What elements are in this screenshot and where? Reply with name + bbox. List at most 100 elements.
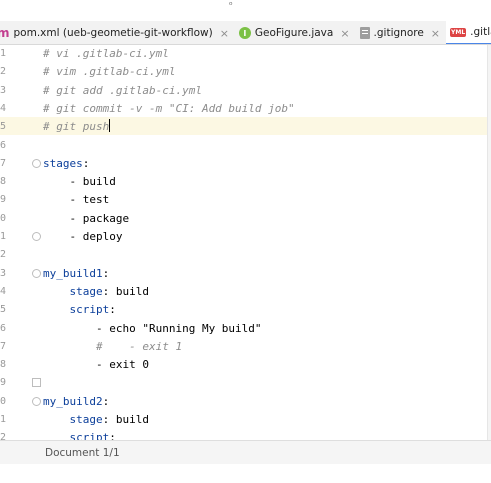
java-class-icon: I [238, 27, 251, 39]
yaml-value: build [115, 284, 149, 298]
code-editor[interactable]: 1 # vi .gitlab-ci.yml 2 # vim .gitlab-ci.ym… [0, 45, 491, 440]
line-number: 9 [0, 194, 7, 206]
code-text: - echo "Running My build" [43, 321, 262, 335]
text-caret [109, 119, 111, 133]
tab-label: GeoFigure.java [254, 27, 334, 39]
code-line[interactable]: - test [43, 191, 109, 209]
fold-marker-icon[interactable] [32, 158, 41, 168]
line-number: 2 [0, 249, 7, 261]
tab-gitignore[interactable]: .gitignore × [356, 21, 446, 44]
code-line[interactable]: my_build1: [43, 265, 109, 283]
yaml-separator: : [102, 284, 116, 298]
code-line[interactable]: # git commit -v -m "CI: Add build job" [43, 100, 295, 118]
comment-text: # git push [43, 120, 110, 134]
yaml-key: my_build2 [43, 394, 103, 408]
code-line[interactable]: - package [43, 210, 129, 228]
fold-marker-icon[interactable] [32, 268, 41, 278]
yaml-separator: : [102, 266, 110, 280]
code-text: - exit 0 [43, 358, 149, 372]
fold-marker-icon[interactable] [32, 232, 41, 241]
close-icon[interactable]: × [340, 27, 349, 40]
maven-icon: m [0, 26, 10, 40]
code-text: - deploy [43, 230, 123, 243]
line-number: 1 [0, 48, 7, 59]
line-number: 9 [0, 377, 7, 389]
editor-tab-bar: m pom.xml (ueb-geometie-git-workflow) × … [0, 21, 491, 45]
yaml-key: script [69, 303, 110, 317]
line-number: 6 [0, 139, 7, 151]
yml-icon: YML [450, 27, 467, 37]
tab-label: pom.xml (ueb-geometie-git-workflow) [13, 27, 213, 39]
yaml-key: my_build1 [43, 266, 103, 280]
line-number: 4 [0, 102, 7, 114]
tab-label: .gitlab-ci.yml [470, 26, 491, 38]
close-icon[interactable]: × [431, 27, 440, 40]
comment-text: # git add .gitlab-ci.yml [43, 83, 202, 97]
bottom-strip [0, 464, 491, 483]
line-number: 8 [0, 359, 7, 371]
breadcrumb: Document 1/1 [0, 440, 491, 464]
cursor-mark: ᵒ [229, 1, 233, 11]
code-line[interactable]: - exit 0 [43, 356, 149, 374]
comment-text: # - exit 1 [95, 339, 183, 353]
code-line[interactable]: stage: build [43, 411, 150, 429]
line-number: 2 [0, 66, 7, 78]
line-number: 6 [0, 322, 7, 334]
line-number: 1 [0, 414, 7, 425]
line-number: 0 [0, 395, 7, 407]
line-number: 5 [0, 121, 7, 133]
comment-text: # git commit -v -m "CI: Add build job" [43, 101, 295, 115]
code-line[interactable]: script: [43, 429, 116, 440]
line-number: 3 [0, 267, 7, 279]
code-line[interactable]: - build [43, 173, 116, 191]
yaml-key: stage [69, 284, 103, 298]
line-number: 5 [0, 304, 7, 316]
code-line[interactable]: stages: [43, 155, 89, 173]
code-line[interactable]: - deploy [43, 228, 122, 246]
line-number: 1 [0, 231, 7, 242]
tab-geofigure-java[interactable]: I GeoFigure.java × [235, 21, 356, 44]
code-line[interactable]: # git push [43, 118, 111, 136]
fold-marker-icon[interactable] [32, 396, 41, 406]
close-icon[interactable]: × [220, 27, 229, 40]
gitignore-icon [359, 27, 370, 39]
code-line[interactable]: stage: build [43, 283, 150, 301]
line-number: 3 [0, 84, 7, 96]
code-line[interactable]: - echo "Running My build" [43, 320, 262, 338]
yaml-separator: : [82, 156, 90, 170]
tab-gitlab-ci-yml[interactable]: YML .gitlab-ci.yml × [446, 21, 491, 44]
code-text: - build [43, 175, 116, 189]
yaml-key: script [69, 431, 110, 440]
code-line[interactable]: script: [43, 301, 116, 319]
code-line[interactable]: # vim .gitlab-ci.yml [43, 63, 175, 81]
line-number: 0 [0, 212, 7, 224]
editor-scrollbar[interactable] [487, 45, 491, 440]
code-line[interactable]: my_build2: [43, 393, 109, 411]
comment-text: # vi .gitlab-ci.yml [43, 47, 169, 60]
line-number: 2 [0, 432, 7, 440]
code-line[interactable]: # vi .gitlab-ci.yml [43, 45, 169, 63]
line-number: 4 [0, 285, 7, 297]
fold-marker-icon[interactable] [32, 378, 41, 388]
line-number: 8 [0, 176, 7, 188]
yaml-separator: : [102, 413, 116, 426]
code-line[interactable]: # - exit 1 [43, 338, 182, 356]
tab-label: .gitignore [373, 27, 424, 39]
title-strip: ᵒ [0, 0, 491, 21]
yaml-key: stage [69, 413, 103, 426]
code-text: - package [43, 211, 130, 225]
tab-pom-xml[interactable]: m pom.xml (ueb-geometie-git-workflow) × [0, 21, 235, 44]
yaml-separator: : [102, 394, 110, 408]
yaml-separator: : [109, 303, 116, 317]
yaml-value: build [115, 413, 149, 426]
code-line[interactable]: # git add .gitlab-ci.yml [43, 82, 202, 100]
line-number: 7 [0, 340, 7, 352]
breadcrumb-label: Document 1/1 [45, 447, 120, 459]
line-number: 7 [0, 157, 7, 169]
code-text: - test [43, 193, 110, 207]
